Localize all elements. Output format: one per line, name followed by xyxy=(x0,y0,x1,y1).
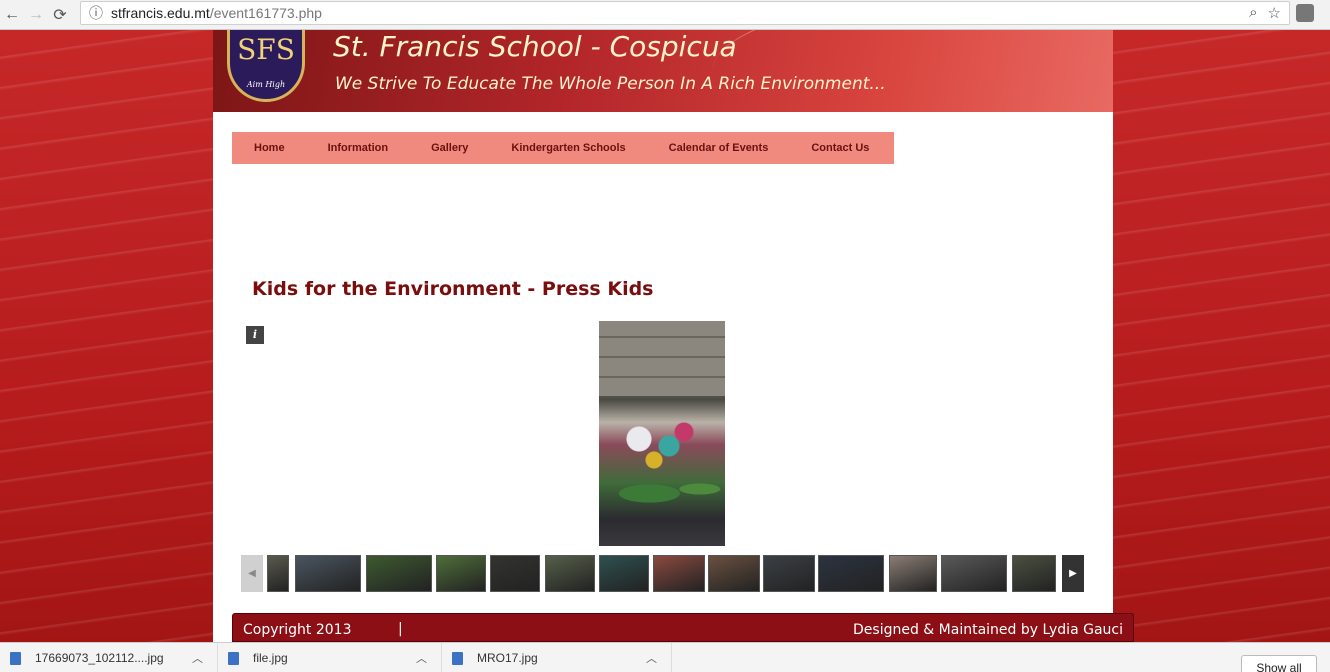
banner-swoosh xyxy=(713,30,1113,112)
image-file-icon xyxy=(228,651,239,665)
gallery-thumbnail[interactable] xyxy=(436,555,486,592)
crest-motto: Aim High xyxy=(246,80,286,89)
gallery-thumbnail[interactable] xyxy=(599,555,649,592)
gallery-thumbnail[interactable] xyxy=(653,555,705,592)
gallery-thumbnail[interactable] xyxy=(1012,555,1056,592)
gallery-thumbnail[interactable] xyxy=(818,555,884,592)
url-path: /event161773.php xyxy=(209,5,322,21)
thumb-prev-arrow-icon[interactable]: ◀ xyxy=(241,555,263,592)
show-all-button[interactable]: Show all xyxy=(1241,655,1317,672)
gallery-thumbnail[interactable] xyxy=(295,555,361,592)
site-banner: SFS Aim High St. Francis School - Cospic… xyxy=(213,30,1113,112)
zoom-icon[interactable]: ⌕ xyxy=(1249,4,1257,22)
bookmark-star-icon[interactable]: ☆ xyxy=(1268,4,1281,22)
image-file-icon xyxy=(452,651,463,665)
info-icon[interactable]: ⓘ xyxy=(89,3,103,23)
site-motto: We Strive To Educate The Whole Person In… xyxy=(335,74,886,94)
gallery-thumbnail[interactable] xyxy=(941,555,1007,592)
footer-separator: | xyxy=(398,621,403,637)
nav-calendar-of-events[interactable]: Calendar of Events xyxy=(669,142,769,154)
chevron-up-icon[interactable]: ︿ xyxy=(192,650,203,666)
url-host: stfrancis.edu.mt xyxy=(111,5,210,21)
footer-credit: Designed & Maintained by Lydia Gauci xyxy=(853,622,1123,638)
nav-information[interactable]: Information xyxy=(328,142,389,154)
school-crest-logo[interactable]: SFS Aim High xyxy=(227,30,305,102)
page-container: SFS Aim High St. Francis School - Cospic… xyxy=(213,30,1134,642)
reload-icon[interactable]: ⟳ xyxy=(48,3,72,27)
photo-plants xyxy=(599,471,725,516)
site-title: St. Francis School - Cospicua xyxy=(333,30,737,63)
nav-contact-us[interactable]: Contact Us xyxy=(811,142,869,154)
gallery-thumbnail[interactable] xyxy=(545,555,595,592)
download-filename: file.jpg xyxy=(253,651,288,665)
forward-icon[interactable]: → xyxy=(24,3,48,27)
main-nav: Home Information Gallery Kindergarten Sc… xyxy=(232,132,894,164)
address-bar[interactable]: ⓘ stfrancis.edu.mt/event161773.php ⌕ ☆ xyxy=(80,1,1290,25)
back-icon[interactable]: ← xyxy=(0,3,24,27)
photo-wall xyxy=(599,321,725,396)
gallery-thumbnail[interactable] xyxy=(708,555,760,592)
gallery-thumbnail[interactable] xyxy=(267,555,289,592)
nav-kindergarten-schools[interactable]: Kindergarten Schools xyxy=(511,142,625,154)
thumbnail-strip: ◀ ▶ xyxy=(241,555,1085,593)
page-title: Kids for the Environment - Press Kids xyxy=(252,278,654,300)
download-item[interactable]: MRO17.jpg ︿ xyxy=(442,643,672,672)
download-filename: 17669073_102112....jpg xyxy=(35,651,164,665)
thumb-next-arrow-icon[interactable]: ▶ xyxy=(1062,555,1084,592)
chevron-up-icon[interactable]: ︿ xyxy=(646,650,657,666)
gallery-thumbnail[interactable] xyxy=(889,555,937,592)
chevron-up-icon[interactable]: ︿ xyxy=(416,650,427,666)
browser-toolbar: ← → ⟳ ⓘ stfrancis.edu.mt/event161773.php… xyxy=(0,0,1330,30)
gallery-thumbnail[interactable] xyxy=(763,555,815,592)
gallery-thumbnail[interactable] xyxy=(366,555,432,592)
site-footer: Copyright 2013 | Designed & Maintained b… xyxy=(232,613,1134,642)
info-button[interactable]: i xyxy=(246,326,264,344)
footer-copyright: Copyright 2013 xyxy=(243,622,352,638)
crest-letters: SFS xyxy=(237,33,295,66)
download-filename: MRO17.jpg xyxy=(477,651,538,665)
gallery-thumbnail[interactable] xyxy=(490,555,540,592)
downloads-bar: 17669073_102112....jpg ︿ file.jpg ︿ MRO1… xyxy=(0,642,1330,672)
nav-home[interactable]: Home xyxy=(254,142,285,154)
extension-icon[interactable] xyxy=(1296,4,1314,22)
download-item[interactable]: 17669073_102112....jpg ︿ xyxy=(0,643,218,672)
download-item[interactable]: file.jpg ︿ xyxy=(218,643,442,672)
nav-gallery[interactable]: Gallery xyxy=(431,142,468,154)
image-file-icon xyxy=(10,651,21,665)
main-gallery-photo[interactable] xyxy=(599,321,725,546)
